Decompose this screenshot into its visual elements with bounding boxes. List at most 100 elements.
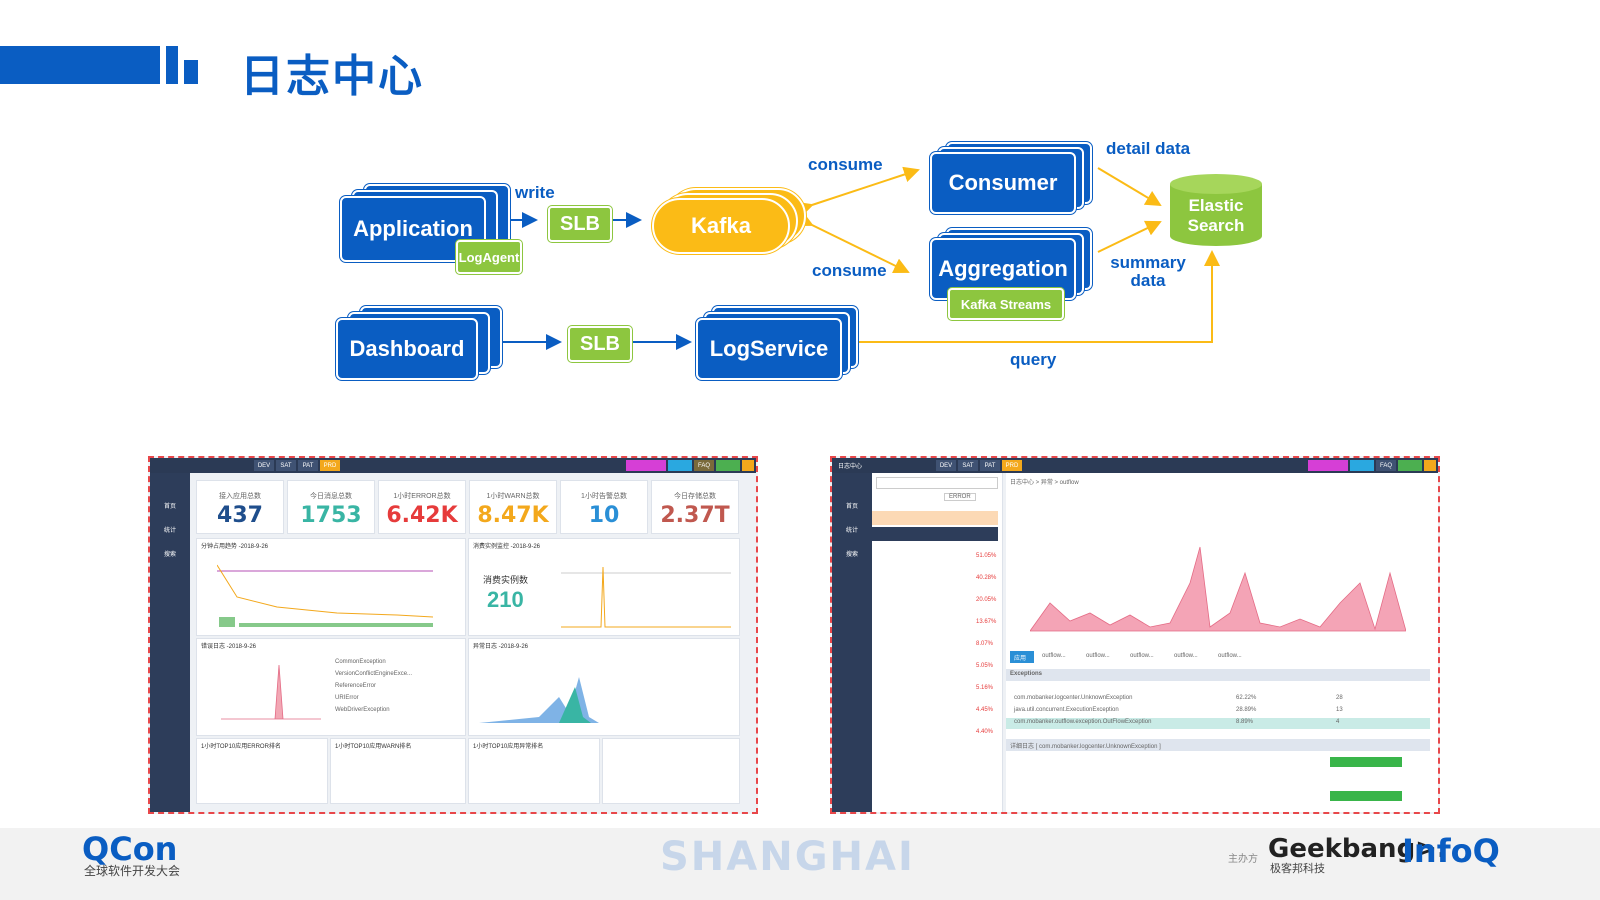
top10-error-panel: 1小时TOP10应用ERROR排名 bbox=[196, 738, 328, 804]
list-item-active[interactable] bbox=[872, 527, 998, 541]
topbar-tab[interactable]: SAT bbox=[958, 460, 978, 471]
top10-exception-panel: 1小时TOP10应用异常排名 bbox=[468, 738, 600, 804]
exception-name: com.mobanker.outflow.exception.OutFlowEx… bbox=[1014, 719, 1152, 725]
sidebar-item-home[interactable]: 首页 bbox=[164, 501, 176, 510]
consumer-node: Consumer bbox=[930, 152, 1076, 214]
topbar-button[interactable] bbox=[1350, 460, 1374, 471]
slb-top-node: SLB bbox=[548, 206, 612, 242]
sidebar-item-home[interactable]: 首页 bbox=[846, 501, 858, 510]
stat-card: 1小时ERROR总数 6.42K bbox=[378, 480, 466, 534]
tab-outflow[interactable]: outflow... bbox=[1130, 653, 1154, 659]
list-item-pct: 20.05% bbox=[976, 597, 997, 603]
sidebar-item-search[interactable]: 搜索 bbox=[846, 549, 858, 558]
tab-outflow[interactable]: outflow... bbox=[1174, 653, 1198, 659]
geekbang-subtitle: 极客邦科技 bbox=[1270, 862, 1325, 875]
stat-card: 接入应用总数 437 bbox=[196, 480, 284, 534]
app-search-input[interactable] bbox=[876, 477, 998, 489]
breadcrumb: 日志中心 > 异常 > outflow bbox=[1010, 480, 1079, 486]
sidebar-item-stats[interactable]: 统计 bbox=[164, 525, 176, 534]
list-item-pct: 51.05% bbox=[976, 553, 997, 559]
top10-warn-panel: 1小时TOP10应用WARN排名 bbox=[330, 738, 466, 804]
log-actions[interactable] bbox=[1330, 757, 1402, 767]
stat-card: 今日消息总数 1753 bbox=[287, 480, 375, 534]
topbar-button[interactable] bbox=[716, 460, 740, 471]
topbar-button[interactable] bbox=[668, 460, 692, 471]
host-label: 主办方 bbox=[1228, 854, 1258, 865]
write-label: write bbox=[515, 183, 555, 202]
topbar-button[interactable] bbox=[626, 460, 666, 471]
topbar-button[interactable] bbox=[1424, 460, 1436, 471]
list-item-pct: 13.67% bbox=[976, 619, 997, 625]
list-item-pct: 40.28% bbox=[976, 575, 997, 581]
search-topbar: 日志中心 DEV SAT PAT PRD FAQ bbox=[832, 458, 1438, 473]
topbar-button[interactable] bbox=[1308, 460, 1348, 471]
dashboard-screenshot: DEV SAT PAT PRD FAQ 首页 统计 搜索 接入应用总数 437 今… bbox=[148, 456, 758, 814]
infoq-logo: InfoQ bbox=[1402, 832, 1500, 870]
logservice-node: LogService bbox=[696, 318, 842, 380]
topbar-tab[interactable]: PRD bbox=[320, 460, 340, 471]
summary-data-label: summary data bbox=[1110, 253, 1186, 290]
tab-outflow[interactable]: outflow... bbox=[1042, 653, 1066, 659]
arrow-aggregation-es bbox=[1097, 220, 1162, 253]
consume-top-label: consume bbox=[808, 155, 883, 174]
tab-outflow[interactable]: outflow... bbox=[1218, 653, 1242, 659]
search-sidebar: 首页 统计 搜索 bbox=[832, 473, 872, 812]
query-label: query bbox=[1010, 350, 1057, 369]
dashboard-sidebar: 首页 统计 搜索 bbox=[150, 473, 190, 812]
topbar-tab[interactable]: DEV bbox=[254, 460, 274, 471]
logagent-badge: LogAgent bbox=[456, 240, 522, 274]
dashboard-node: Dashboard bbox=[336, 318, 478, 380]
search-main: 日志中心 > 异常 > outflow 应用 outflow... outflo… bbox=[1006, 473, 1438, 812]
stat-card: 1小时告警总数 10 bbox=[560, 480, 648, 534]
topbar-button[interactable]: FAQ bbox=[1376, 460, 1396, 471]
tab-outflow[interactable]: outflow... bbox=[1086, 653, 1110, 659]
arrow-kafka-consumer bbox=[796, 166, 920, 217]
exception-log-panel: 异常日志 -2018-9-26 bbox=[468, 638, 740, 736]
topbar-tab[interactable]: PAT bbox=[298, 460, 318, 471]
topbar-button[interactable]: FAQ bbox=[694, 460, 714, 471]
topbar-tab[interactable]: DEV bbox=[936, 460, 956, 471]
topbar-button[interactable] bbox=[1398, 460, 1422, 471]
stat-card: 1小时WARN总数 8.47K bbox=[469, 480, 557, 534]
level-select[interactable]: ERROR bbox=[944, 493, 976, 501]
list-item-pct: 8.07% bbox=[976, 641, 994, 647]
dashboard-topbar: DEV SAT PAT PRD FAQ bbox=[150, 458, 756, 473]
qcon-subtitle: 全球软件开发大会 bbox=[84, 864, 181, 878]
exception-count: 28 bbox=[1336, 695, 1343, 701]
error-log-panel: 错误日志 -2018-9-26 CommonException VersionC… bbox=[196, 638, 466, 736]
log-actions[interactable] bbox=[1330, 791, 1402, 801]
detail-data-label: detail data bbox=[1106, 139, 1191, 158]
city-label: SHANGHAI bbox=[660, 834, 915, 880]
minute-trend-panel: 分钟占用趋势 -2018-9-26 bbox=[196, 538, 466, 636]
exception-name: com.mobanker.logcenter.UnknownException bbox=[1014, 695, 1133, 701]
kafka-node: Kafka bbox=[652, 198, 790, 254]
sidebar-item-search[interactable]: 搜索 bbox=[164, 549, 176, 558]
list-item-pct: 4.40% bbox=[976, 729, 994, 735]
top10-extra-panel bbox=[602, 738, 740, 804]
error-area-chart bbox=[1030, 546, 1406, 632]
exception-count: 4 bbox=[1336, 719, 1340, 725]
exceptions-header bbox=[1006, 669, 1430, 681]
consumer-monitor-panel: 消费实例监控 -2018-9-26 消费实例数 210 bbox=[468, 538, 740, 636]
consume-bottom-label: consume bbox=[812, 261, 887, 280]
app-list: ERROR 51.05% 40.28% 20.05% 13.67% 8.07% … bbox=[872, 473, 1003, 812]
topbar-tab[interactable]: PAT bbox=[980, 460, 1000, 471]
arrow-consumer-es bbox=[1097, 167, 1162, 207]
topbar-tab[interactable]: SAT bbox=[276, 460, 296, 471]
list-item-pct: 4.45% bbox=[976, 707, 994, 713]
sidebar-item-stats[interactable]: 统计 bbox=[846, 525, 858, 534]
kafka-streams-badge: Kafka Streams bbox=[948, 288, 1064, 320]
exception-pct: 62.22% bbox=[1236, 695, 1257, 701]
topbar-tab[interactable]: PRD bbox=[1002, 460, 1022, 471]
exception-pct: 8.89% bbox=[1236, 719, 1254, 725]
exception-count: 13 bbox=[1336, 707, 1343, 713]
exception-name: java.util.concurrent.ExecutionException bbox=[1014, 707, 1119, 713]
slb-bottom-node: SLB bbox=[568, 326, 632, 362]
log-search-screenshot: 日志中心 DEV SAT PAT PRD FAQ 首页 统计 搜索 ERROR … bbox=[830, 456, 1440, 814]
topbar-button[interactable] bbox=[742, 460, 754, 471]
exception-pct: 28.89% bbox=[1236, 707, 1257, 713]
tab-app[interactable]: 应用 bbox=[1014, 653, 1026, 662]
stat-card: 今日存储总数 2.37T bbox=[651, 480, 739, 534]
list-item[interactable] bbox=[872, 511, 998, 525]
list-item-pct: 5.05% bbox=[976, 663, 994, 669]
